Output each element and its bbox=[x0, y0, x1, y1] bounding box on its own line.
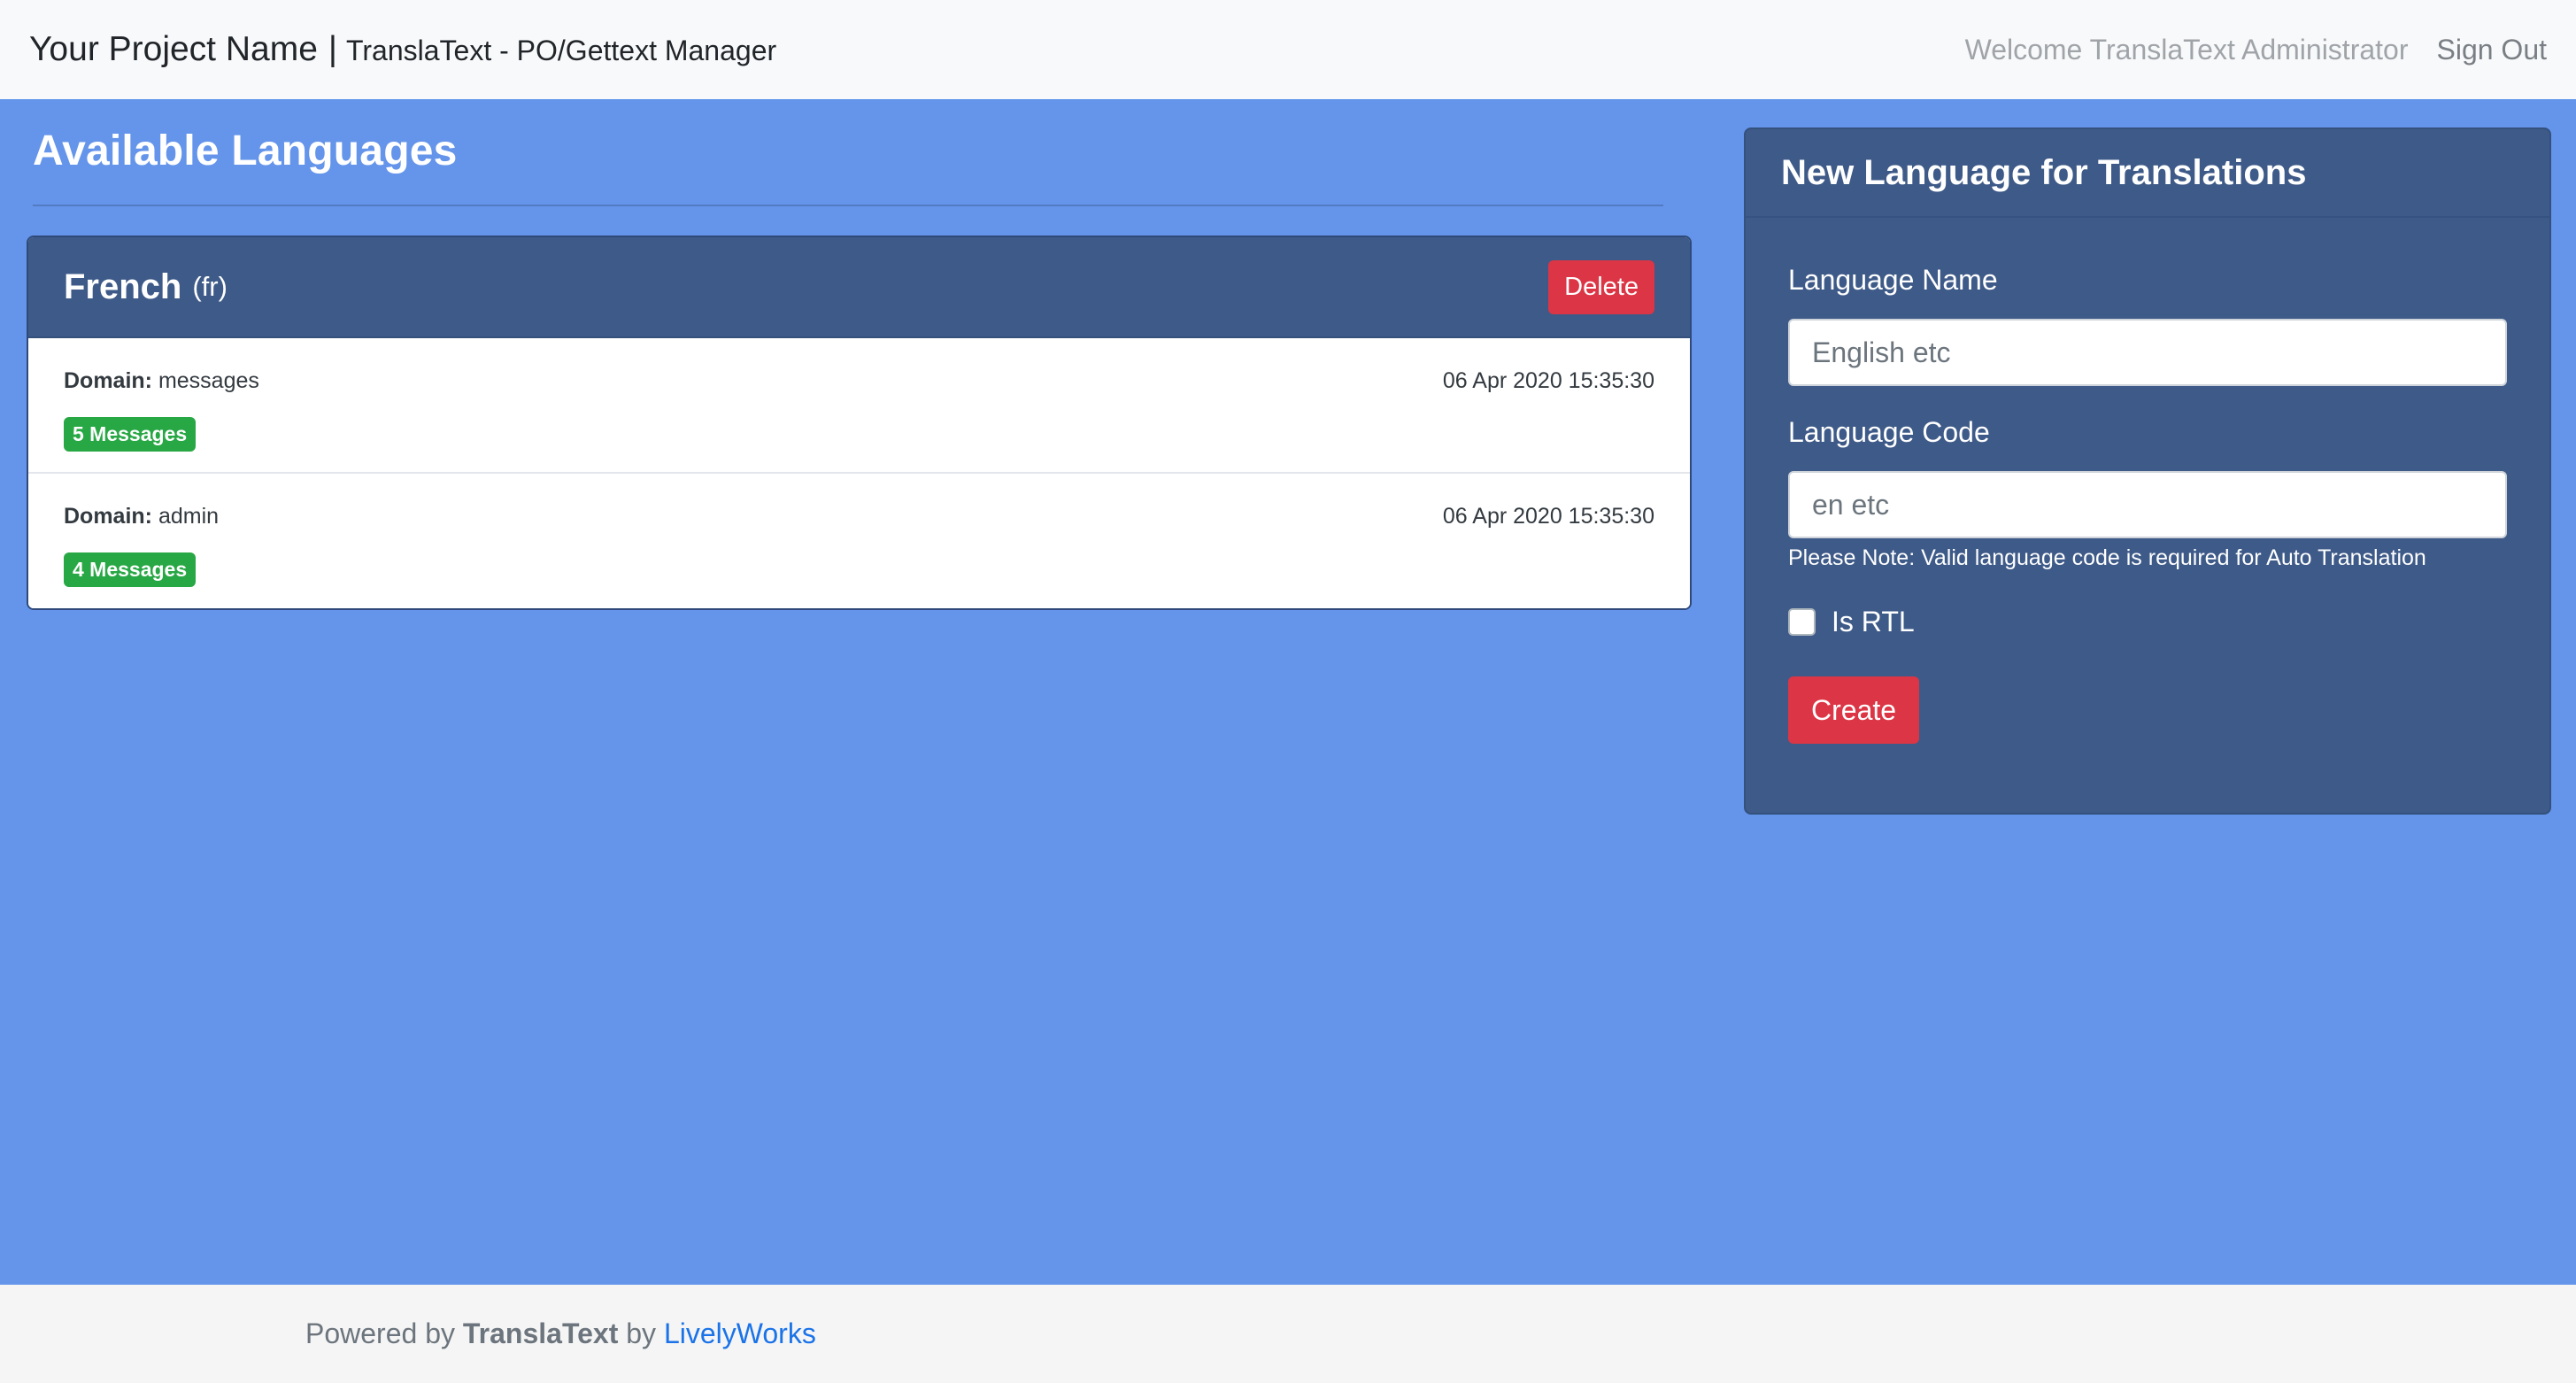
domain-line: Domain: messages bbox=[64, 368, 1654, 394]
top-navbar: Your Project Name | TranslaText - PO/Gette… bbox=[0, 0, 2576, 99]
messages-count-badge: 5 Messages bbox=[64, 417, 197, 452]
footer-prefix: Powered by bbox=[305, 1317, 455, 1349]
domain-line: Domain: admin bbox=[64, 504, 1654, 529]
new-language-card-header: New Language for Translations bbox=[1746, 129, 2549, 218]
domain-label: Domain: bbox=[64, 368, 152, 393]
messages-count-badge: 4 Messages bbox=[64, 552, 197, 587]
domain-label: Domain: bbox=[64, 504, 152, 529]
domain-item-admin[interactable]: Domain: admin 06 Apr 2020 15:35:30 4 Mes… bbox=[28, 474, 1690, 608]
page-title: Available Languages bbox=[33, 127, 458, 174]
navbar-brand[interactable]: Your Project Name | TranslaText - PO/Gette… bbox=[29, 30, 776, 69]
welcome-text: Welcome TranslaText Administrator bbox=[1964, 33, 2409, 66]
language-card: French (fr) Delete Domain: messages 06 A… bbox=[27, 236, 1692, 610]
footer-brand: TranslaText bbox=[462, 1317, 619, 1349]
language-name-input[interactable] bbox=[1788, 319, 2507, 386]
app-name: TranslaText - PO/Gettext Manager bbox=[346, 35, 777, 66]
language-code: (fr) bbox=[192, 271, 228, 302]
project-name[interactable]: Your Project Name bbox=[29, 30, 318, 68]
language-code-note: Please Note: Valid language code is requ… bbox=[1788, 545, 2426, 570]
livelyworks-link[interactable]: LivelyWorks bbox=[664, 1317, 816, 1350]
delete-language-button[interactable]: Delete bbox=[1548, 259, 1654, 314]
brand-separator: | bbox=[328, 30, 338, 68]
create-button[interactable]: Create bbox=[1788, 676, 1920, 744]
rtl-option[interactable]: Is RTL bbox=[1788, 606, 1915, 638]
domain-item-messages[interactable]: Domain: messages 06 Apr 2020 15:35:30 5 … bbox=[28, 338, 1690, 474]
domain-name: admin bbox=[158, 504, 220, 529]
domain-name: messages bbox=[158, 368, 259, 393]
language-name-label: Language Name bbox=[1788, 264, 1998, 296]
title-divider bbox=[33, 205, 1663, 206]
language-card-header: French (fr) Delete bbox=[28, 237, 1690, 338]
is-rtl-label[interactable]: Is RTL bbox=[1832, 606, 1915, 638]
is-rtl-checkbox[interactable] bbox=[1788, 608, 1816, 636]
footer-by: by bbox=[626, 1317, 657, 1349]
form-title: New Language for Translations bbox=[1781, 152, 2307, 192]
sign-out-link[interactable]: Sign Out bbox=[2436, 34, 2547, 66]
navbar-right: Welcome TranslaText Administrator Sign O… bbox=[1965, 34, 2547, 66]
domain-date: 06 Apr 2020 15:35:30 bbox=[1442, 504, 1654, 529]
new-language-card: New Language for Translations Language N… bbox=[1744, 127, 2551, 815]
footer: Powered by TranslaText by LivelyWorks bbox=[0, 1285, 2576, 1383]
language-name: French bbox=[64, 267, 182, 306]
language-code-input[interactable] bbox=[1788, 471, 2507, 538]
domain-date: 06 Apr 2020 15:35:30 bbox=[1442, 368, 1654, 393]
language-code-label: Language Code bbox=[1788, 416, 1990, 448]
